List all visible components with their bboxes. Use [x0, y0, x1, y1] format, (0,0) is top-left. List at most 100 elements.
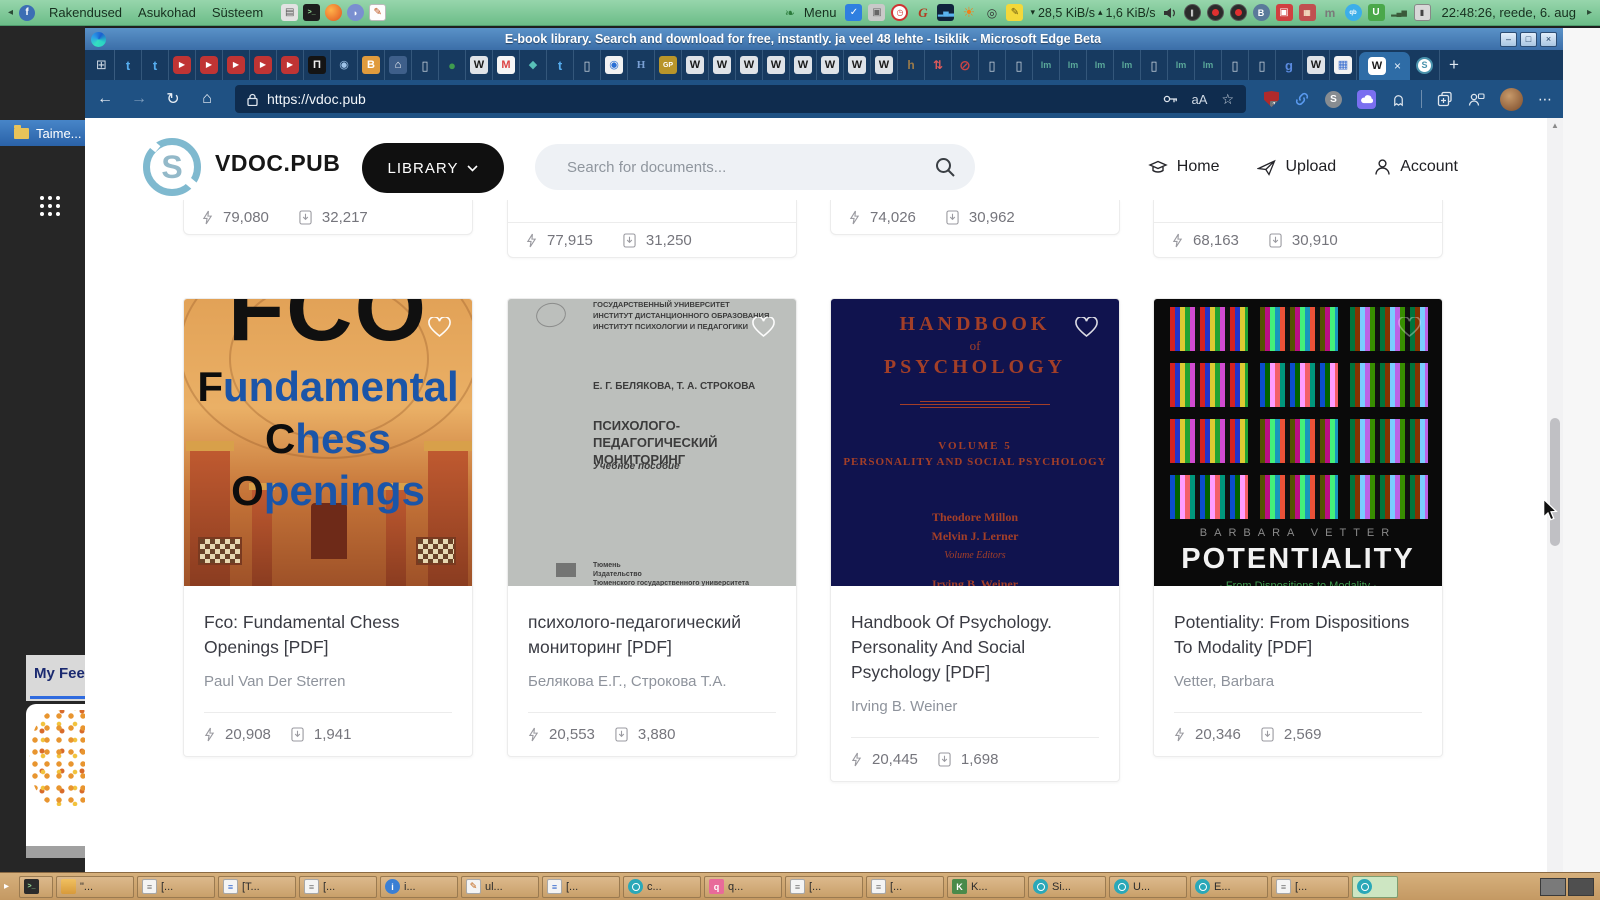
browser-tab[interactable]	[952, 50, 979, 80]
browser-tab[interactable]	[250, 50, 277, 80]
browser-tab[interactable]	[1060, 50, 1087, 80]
panel-expand-icon[interactable]: ▸	[1587, 7, 1592, 18]
link-extension-icon[interactable]	[1294, 91, 1310, 107]
browser-tab[interactable]	[979, 50, 1006, 80]
browser-tab[interactable]	[493, 50, 520, 80]
close-button[interactable]: ×	[1540, 31, 1557, 47]
session-extension-icon[interactable]: S	[1325, 90, 1342, 108]
taskbar-item[interactable]: [T...	[218, 875, 296, 898]
panel-collapse-icon[interactable]: ◂	[8, 7, 13, 18]
tray-icon[interactable]	[937, 4, 955, 21]
lock-icon[interactable]	[247, 93, 258, 106]
browser-tab[interactable]	[115, 50, 142, 80]
browser-tab[interactable]	[196, 50, 223, 80]
browser-tab[interactable]	[709, 50, 736, 80]
launcher-icon[interactable]	[347, 4, 365, 21]
taskbar-item[interactable]: Si...	[1028, 875, 1106, 898]
book-card[interactable]: ГОСУДАРСТВЕННЫЙ УНИВЕРСИТЕТ ИНСТИТУТ ДИС…	[507, 298, 797, 757]
nav-upload[interactable]: Upload	[1257, 158, 1336, 176]
favorite-heart-icon[interactable]	[751, 317, 776, 339]
nav-home[interactable]: Home	[1148, 158, 1219, 176]
password-key-icon[interactable]	[1163, 93, 1178, 105]
vdoc-tab[interactable]: S	[1410, 50, 1441, 80]
panel-menu[interactable]: Süsteem	[204, 5, 271, 20]
browser-tab[interactable]	[844, 50, 871, 80]
taskbar-item[interactable]: E...	[1190, 875, 1268, 898]
browser-tab[interactable]	[925, 50, 952, 80]
volume-icon[interactable]	[1163, 7, 1177, 19]
taskbar-arrow-icon[interactable]: ▸	[4, 881, 16, 892]
browser-tab[interactable]	[601, 50, 628, 80]
search-box[interactable]	[535, 144, 975, 190]
panel-menu[interactable]: Rakendused	[41, 5, 130, 20]
launcher-icon[interactable]	[303, 4, 321, 21]
browser-tab[interactable]	[412, 50, 439, 80]
browser-tab[interactable]	[1222, 50, 1249, 80]
browser-tab[interactable]	[277, 50, 304, 80]
address-bar[interactable]: https://vdoc.pub aA ☆	[235, 85, 1246, 113]
favorite-star-icon[interactable]: ☆	[1221, 91, 1234, 108]
status-icon[interactable]	[1344, 4, 1362, 21]
workspace-2[interactable]	[1568, 877, 1594, 896]
book-cover[interactable]: BARBARA VETTER POTENTIALITY · From Dispo…	[1154, 299, 1442, 586]
browser-tab[interactable]	[304, 50, 331, 80]
book-cover[interactable]: ГОСУДАРСТВЕННЫЙ УНИВЕРСИТЕТ ИНСТИТУТ ДИС…	[508, 299, 796, 586]
document-card-partial[interactable]: 68,163 30,910	[1153, 200, 1443, 258]
tray-icon[interactable]	[1006, 4, 1024, 21]
logo-text[interactable]: VDOC.PUB	[215, 150, 340, 177]
browser-tab[interactable]	[655, 50, 682, 80]
favorite-heart-icon[interactable]	[427, 317, 452, 339]
browser-tab[interactable]	[520, 50, 547, 80]
vdoc-logo[interactable]: S	[143, 138, 201, 196]
book-author[interactable]: Vetter, Barbara	[1174, 673, 1422, 690]
home-button[interactable]: ⌂	[197, 90, 217, 108]
browser-tab[interactable]	[682, 50, 709, 80]
taskbar-item[interactable]: [...	[866, 875, 944, 898]
browser-tab[interactable]	[871, 50, 898, 80]
distro-menu-icon[interactable]: f	[19, 4, 36, 21]
book-cover[interactable]: HANDBOOK of PSYCHOLOGY VOLUME 5 PERSONAL…	[831, 299, 1119, 586]
scrollbar-up-arrow[interactable]: ▲	[1551, 121, 1559, 130]
profile-avatar[interactable]	[1500, 87, 1523, 111]
tray-icon[interactable]	[914, 4, 931, 21]
app-grid-icon[interactable]	[40, 196, 44, 200]
taskbar-item[interactable]: ul...	[461, 875, 539, 898]
launcher-icon[interactable]	[281, 4, 299, 21]
panel-clock[interactable]: 22:48:26, reede, 6. aug	[1438, 5, 1580, 20]
browser-tab[interactable]	[169, 50, 196, 80]
browser-tab[interactable]	[628, 50, 655, 80]
tray-menu[interactable]: Menu	[802, 5, 839, 20]
book-title[interactable]: Potentiality: From Dispositions To Modal…	[1174, 610, 1422, 660]
taskbar-item[interactable]: q...	[704, 875, 782, 898]
status-icon[interactable]	[1252, 4, 1270, 21]
book-card[interactable]: HANDBOOK of PSYCHOLOGY VOLUME 5 PERSONAL…	[830, 298, 1120, 782]
taskbar-item[interactable]: [...	[785, 875, 863, 898]
scrollbar-thumb[interactable]	[1550, 418, 1560, 546]
search-icon[interactable]	[933, 155, 957, 179]
book-author[interactable]: Белякова Е.Г., Строкова Т.А.	[528, 673, 776, 690]
browser-tab[interactable]	[142, 50, 169, 80]
browser-tab[interactable]	[547, 50, 574, 80]
book-author[interactable]: Paul Van Der Sterren	[204, 673, 452, 690]
launcher-icon[interactable]	[325, 4, 343, 21]
taskbar-item[interactable]: [...	[299, 875, 377, 898]
book-card[interactable]: BARBARA VETTER POTENTIALITY · From Dispo…	[1153, 298, 1443, 757]
status-icon[interactable]	[1206, 4, 1224, 21]
taskbar-item[interactable]: K...	[947, 875, 1025, 898]
favorite-heart-icon[interactable]	[1074, 317, 1099, 339]
document-card-partial[interactable]: 79,080 32,217	[183, 200, 473, 235]
browser-titlebar[interactable]: E-book library. Search and download for …	[85, 28, 1563, 50]
taskbar-item[interactable]: "...	[56, 875, 134, 898]
feed-card[interactable]	[26, 704, 85, 858]
browser-tab[interactable]	[385, 50, 412, 80]
status-icon[interactable]	[1391, 4, 1408, 21]
taskbar-item[interactable]: [...	[542, 875, 620, 898]
launcher-icon[interactable]	[369, 4, 387, 21]
status-icon[interactable]	[1275, 4, 1293, 21]
status-icon[interactable]	[1183, 4, 1201, 21]
document-card-partial[interactable]: 77,915 31,250	[507, 200, 797, 258]
tab-actions-icon[interactable]: ⊞	[89, 50, 115, 80]
browser-tab[interactable]	[358, 50, 385, 80]
book-cover[interactable]: FCO Fundamental Chess Openings	[184, 299, 472, 586]
browser-tab[interactable]	[466, 50, 493, 80]
